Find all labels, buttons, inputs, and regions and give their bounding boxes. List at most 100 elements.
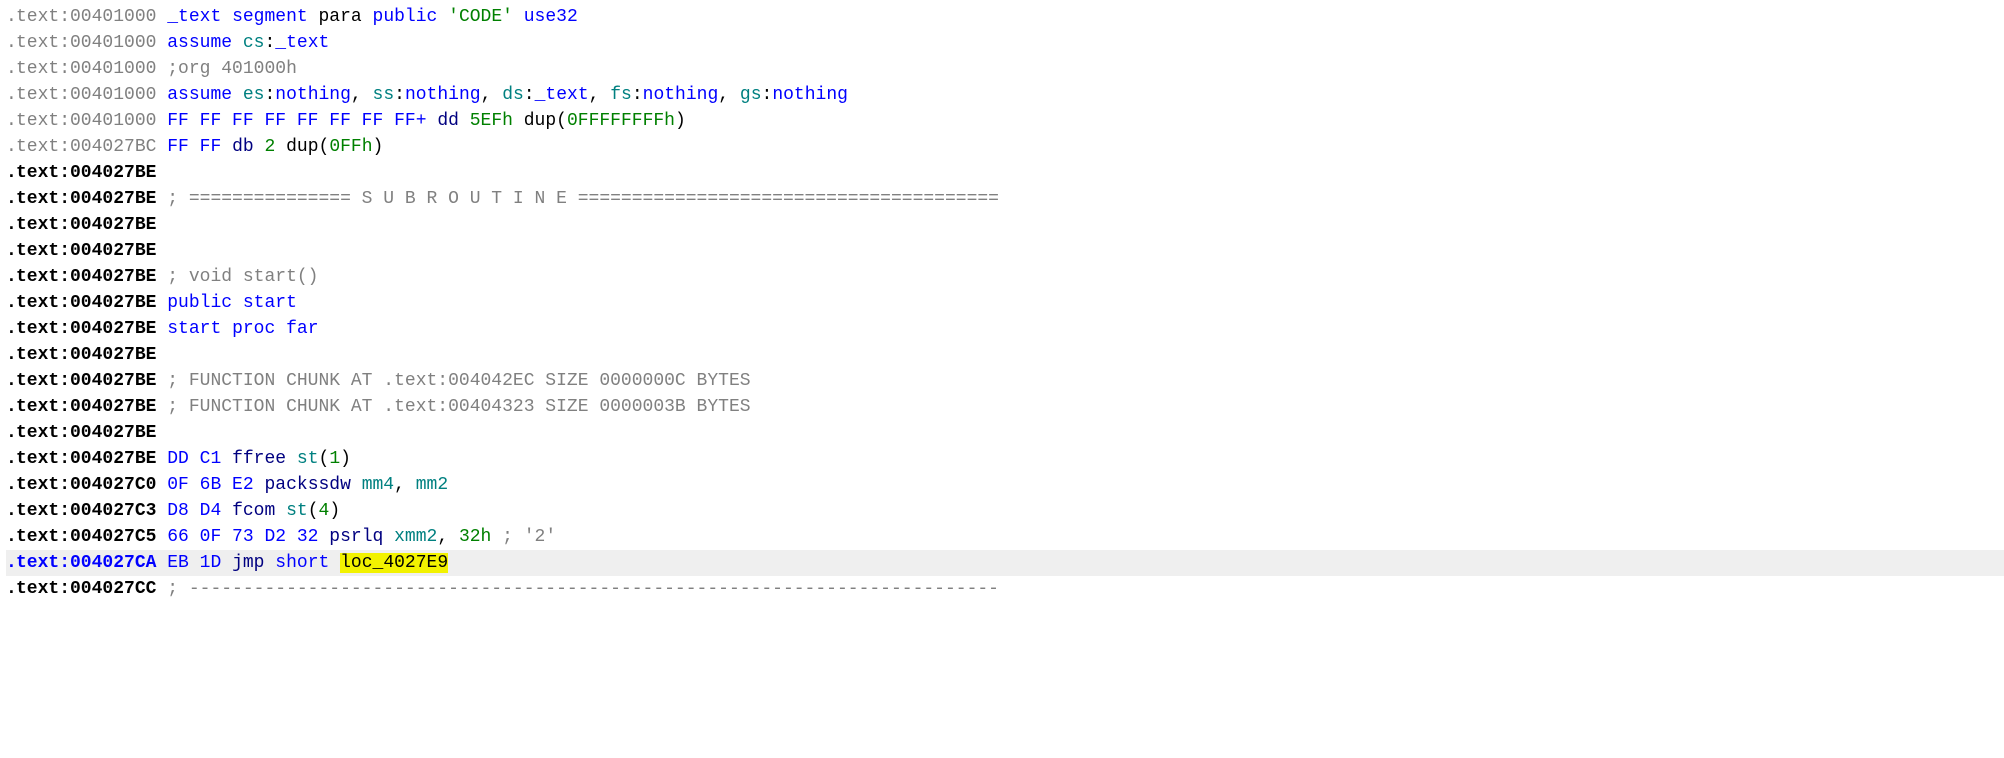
token: ;org 401000h [167, 59, 297, 79]
label: start [167, 319, 221, 339]
line-prefix: . [6, 316, 16, 342]
disasm-line[interactable]: .text:00401000 assume es:nothing, ss:not… [6, 82, 2004, 108]
disasm-line[interactable]: .text:004027BE start proc far [6, 316, 2004, 342]
disasm-line[interactable]: .text:00401000 _text segment para public… [6, 4, 2004, 30]
token: ) [340, 449, 351, 469]
token: fs [610, 85, 632, 105]
opcode-bytes: D8 D4 [167, 501, 221, 521]
disasm-line[interactable]: .text:00401000 FF FF FF FF FF FF FF FF+ … [6, 108, 2004, 134]
disasm-line[interactable]: .text:004027BE [6, 238, 2004, 264]
token: ( [319, 137, 330, 157]
token: far [275, 319, 318, 339]
comment: ; =============== S U B R O U T I N E ==… [167, 189, 999, 209]
token: 5EFh [470, 111, 513, 131]
disassembly-view[interactable]: .text:00401000 _text segment para public… [0, 0, 2004, 602]
token: ) [675, 111, 686, 131]
token: 32h [459, 527, 491, 547]
address: text:004027C3 [16, 501, 156, 521]
token: assume [167, 85, 232, 105]
disasm-line[interactable]: .text:004027BE [6, 212, 2004, 238]
address: text:004027BE [16, 241, 156, 261]
disasm-line[interactable]: .text:004027CC ; -----------------------… [6, 576, 2004, 602]
token: 0FFFFFFFFh [567, 111, 675, 131]
disasm-line[interactable]: .text:004027BE [6, 420, 2004, 446]
line-prefix: . [6, 576, 16, 602]
disasm-line[interactable]: .text:004027BE DD C1 ffree st(1) [6, 446, 2004, 472]
line-prefix: . [6, 368, 16, 394]
token: , [394, 475, 416, 495]
disasm-line[interactable]: .text:00401000 ;org 401000h [6, 56, 2004, 82]
line-prefix: . [6, 4, 16, 30]
token: 2 [264, 137, 275, 157]
token: dup [513, 111, 556, 131]
token: 1 [329, 449, 340, 469]
token: psrlq [329, 527, 394, 547]
disasm-line[interactable]: .text:004027C5 66 0F 73 D2 32 psrlq xmm2… [6, 524, 2004, 550]
address: text:004027BE [16, 449, 156, 469]
token: ffree [232, 449, 297, 469]
line-prefix: . [6, 238, 16, 264]
disasm-line[interactable]: .text:004027BE ; void start() [6, 264, 2004, 290]
token: ( [308, 501, 319, 521]
token [232, 85, 243, 105]
address: text:00401000 [16, 59, 156, 79]
token [232, 33, 243, 53]
token: proc [232, 319, 275, 339]
comment: ; FUNCTION CHUNK AT .text:00404323 SIZE … [167, 397, 750, 417]
token: mm4 [362, 475, 394, 495]
token: , [351, 85, 373, 105]
opcode-bytes: FF FF FF FF FF FF FF FF+ [167, 111, 426, 131]
comment: ; void start() [167, 267, 318, 287]
token: 0FFh [329, 137, 372, 157]
address: text:004027BE [16, 423, 156, 443]
token: , [437, 527, 459, 547]
token: dd [437, 111, 469, 131]
disasm-line[interactable]: .text:004027BE ; FUNCTION CHUNK AT .text… [6, 394, 2004, 420]
line-prefix: . [6, 420, 16, 446]
token: para [308, 7, 373, 27]
address: text:004027BE [16, 293, 156, 313]
disasm-line[interactable]: .text:004027BE public start [6, 290, 2004, 316]
token: , [718, 85, 740, 105]
line-prefix: . [6, 30, 16, 56]
token: : [394, 85, 405, 105]
address: text:004027BE [16, 345, 156, 365]
address: text:004027BE [16, 397, 156, 417]
address: text:00401000 [16, 111, 156, 131]
token: , [589, 85, 611, 105]
disasm-line[interactable]: .text:004027BE [6, 342, 2004, 368]
token: ) [373, 137, 384, 157]
token: jmp [232, 553, 275, 573]
line-prefix: . [6, 160, 16, 186]
token: short [275, 553, 329, 573]
token: public [373, 7, 438, 27]
token: packssdw [264, 475, 361, 495]
disasm-line[interactable]: .text:004027CA EB 1D jmp short loc_4027E… [6, 550, 2004, 576]
token: start [232, 293, 297, 313]
line-prefix: . [6, 82, 16, 108]
token: st [297, 449, 319, 469]
disasm-line[interactable]: .text:004027BE ; FUNCTION CHUNK AT .text… [6, 368, 2004, 394]
token: ds [502, 85, 524, 105]
address: text:004027BE [16, 319, 156, 339]
token: 4 [319, 501, 330, 521]
token: db [232, 137, 264, 157]
disasm-line[interactable]: .text:004027C3 D8 D4 fcom st(4) [6, 498, 2004, 524]
disasm-line[interactable]: .text:00401000 assume cs:_text [6, 30, 2004, 56]
token: , [481, 85, 503, 105]
disasm-line[interactable]: .text:004027BE ; =============== S U B R… [6, 186, 2004, 212]
token: public [167, 293, 232, 313]
disasm-line[interactable]: .text:004027C0 0F 6B E2 packssdw mm4, mm… [6, 472, 2004, 498]
token: xmm2 [394, 527, 437, 547]
token: ( [556, 111, 567, 131]
address: text:00401000 [16, 85, 156, 105]
address: text:004027CA [16, 553, 156, 573]
token: gs [740, 85, 762, 105]
token: ; '2' [491, 527, 556, 547]
line-prefix: . [6, 550, 16, 576]
disasm-line[interactable]: .text:004027BE [6, 160, 2004, 186]
disasm-line[interactable]: .text:004027BC FF FF db 2 dup(0FFh) [6, 134, 2004, 160]
token: nothing [643, 85, 719, 105]
line-prefix: . [6, 134, 16, 160]
token: use32 [513, 7, 578, 27]
